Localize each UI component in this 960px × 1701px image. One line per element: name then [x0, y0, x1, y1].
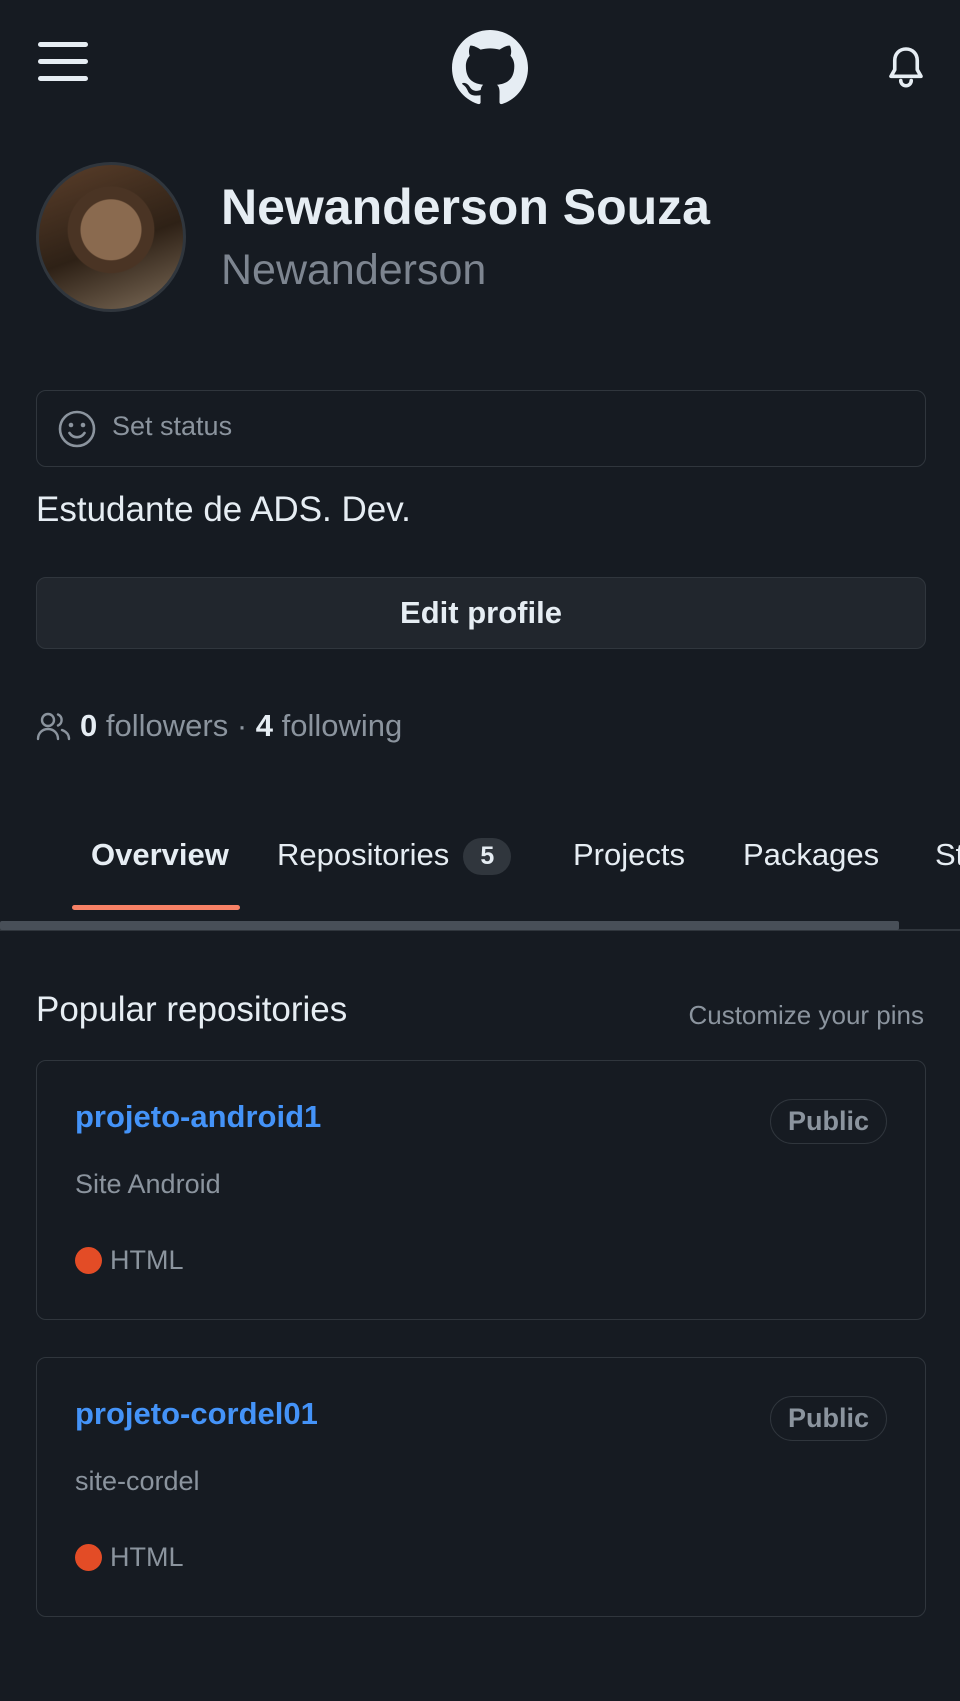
hamburger-menu-icon[interactable] — [38, 42, 88, 84]
set-status-button[interactable]: Set status — [36, 390, 926, 467]
following-count: 4 — [255, 708, 274, 743]
repo-name-link[interactable]: projeto-cordel01 — [75, 1396, 318, 1432]
repo-card: projeto-cordel01 Public site-cordel HTML — [36, 1357, 926, 1617]
popular-repositories-title: Popular repositories — [36, 990, 348, 1029]
followers-label: followers — [105, 708, 229, 743]
visibility-badge: Public — [769, 1396, 887, 1441]
tab-repositories-label: Repositories — [277, 837, 450, 872]
follow-stats: 0 followers · 4 following — [36, 706, 402, 746]
repo-card: projeto-android1 Public Site Android HTM… — [36, 1060, 926, 1320]
profile-username: Newanderson — [221, 246, 487, 294]
tab-packages[interactable]: Packages — [743, 837, 879, 873]
language-color-dot — [75, 1247, 102, 1274]
tab-projects[interactable]: Projects — [573, 837, 685, 873]
tab-stars[interactable]: Stars — [935, 837, 960, 873]
follow-separator: · — [236, 708, 248, 743]
repo-description: Site Android — [75, 1169, 221, 1199]
top-header — [0, 0, 960, 140]
profile-bio: Estudante de ADS. Dev. — [36, 490, 411, 529]
repo-language: HTML — [75, 1542, 184, 1573]
following-link[interactable]: 4 following — [256, 708, 403, 744]
language-label: HTML — [110, 1542, 184, 1572]
language-color-dot — [75, 1544, 102, 1571]
tabs-scrollbar[interactable] — [0, 921, 899, 930]
github-octocat-icon[interactable] — [452, 30, 528, 106]
profile-page: Newanderson Souza Newanderson Set status… — [0, 0, 960, 1701]
tab-repositories[interactable]: Repositories 5 — [277, 837, 512, 876]
active-tab-indicator — [72, 905, 240, 910]
following-label: following — [281, 708, 403, 743]
customize-pins-link[interactable]: Customize your pins — [688, 1000, 924, 1031]
language-label: HTML — [110, 1245, 184, 1275]
people-icon — [36, 712, 71, 741]
avatar[interactable] — [36, 162, 186, 312]
edit-profile-button[interactable]: Edit profile — [36, 577, 926, 649]
followers-count: 0 — [80, 708, 98, 743]
repo-name-link[interactable]: projeto-android1 — [75, 1099, 321, 1135]
repo-language: HTML — [75, 1245, 184, 1276]
profile-tabs: Overview Repositories 5 Projects Packages… — [0, 815, 960, 915]
repositories-count-badge: 5 — [463, 838, 512, 876]
followers-link[interactable]: 0 followers — [80, 708, 228, 744]
profile-full-name: Newanderson Souza — [221, 179, 710, 235]
visibility-badge: Public — [769, 1099, 887, 1144]
repo-description: site-cordel — [75, 1466, 200, 1496]
bell-icon[interactable] — [888, 46, 924, 88]
smiley-icon — [58, 410, 96, 448]
set-status-label: Set status — [112, 411, 233, 441]
tab-overview[interactable]: Overview — [91, 837, 229, 873]
